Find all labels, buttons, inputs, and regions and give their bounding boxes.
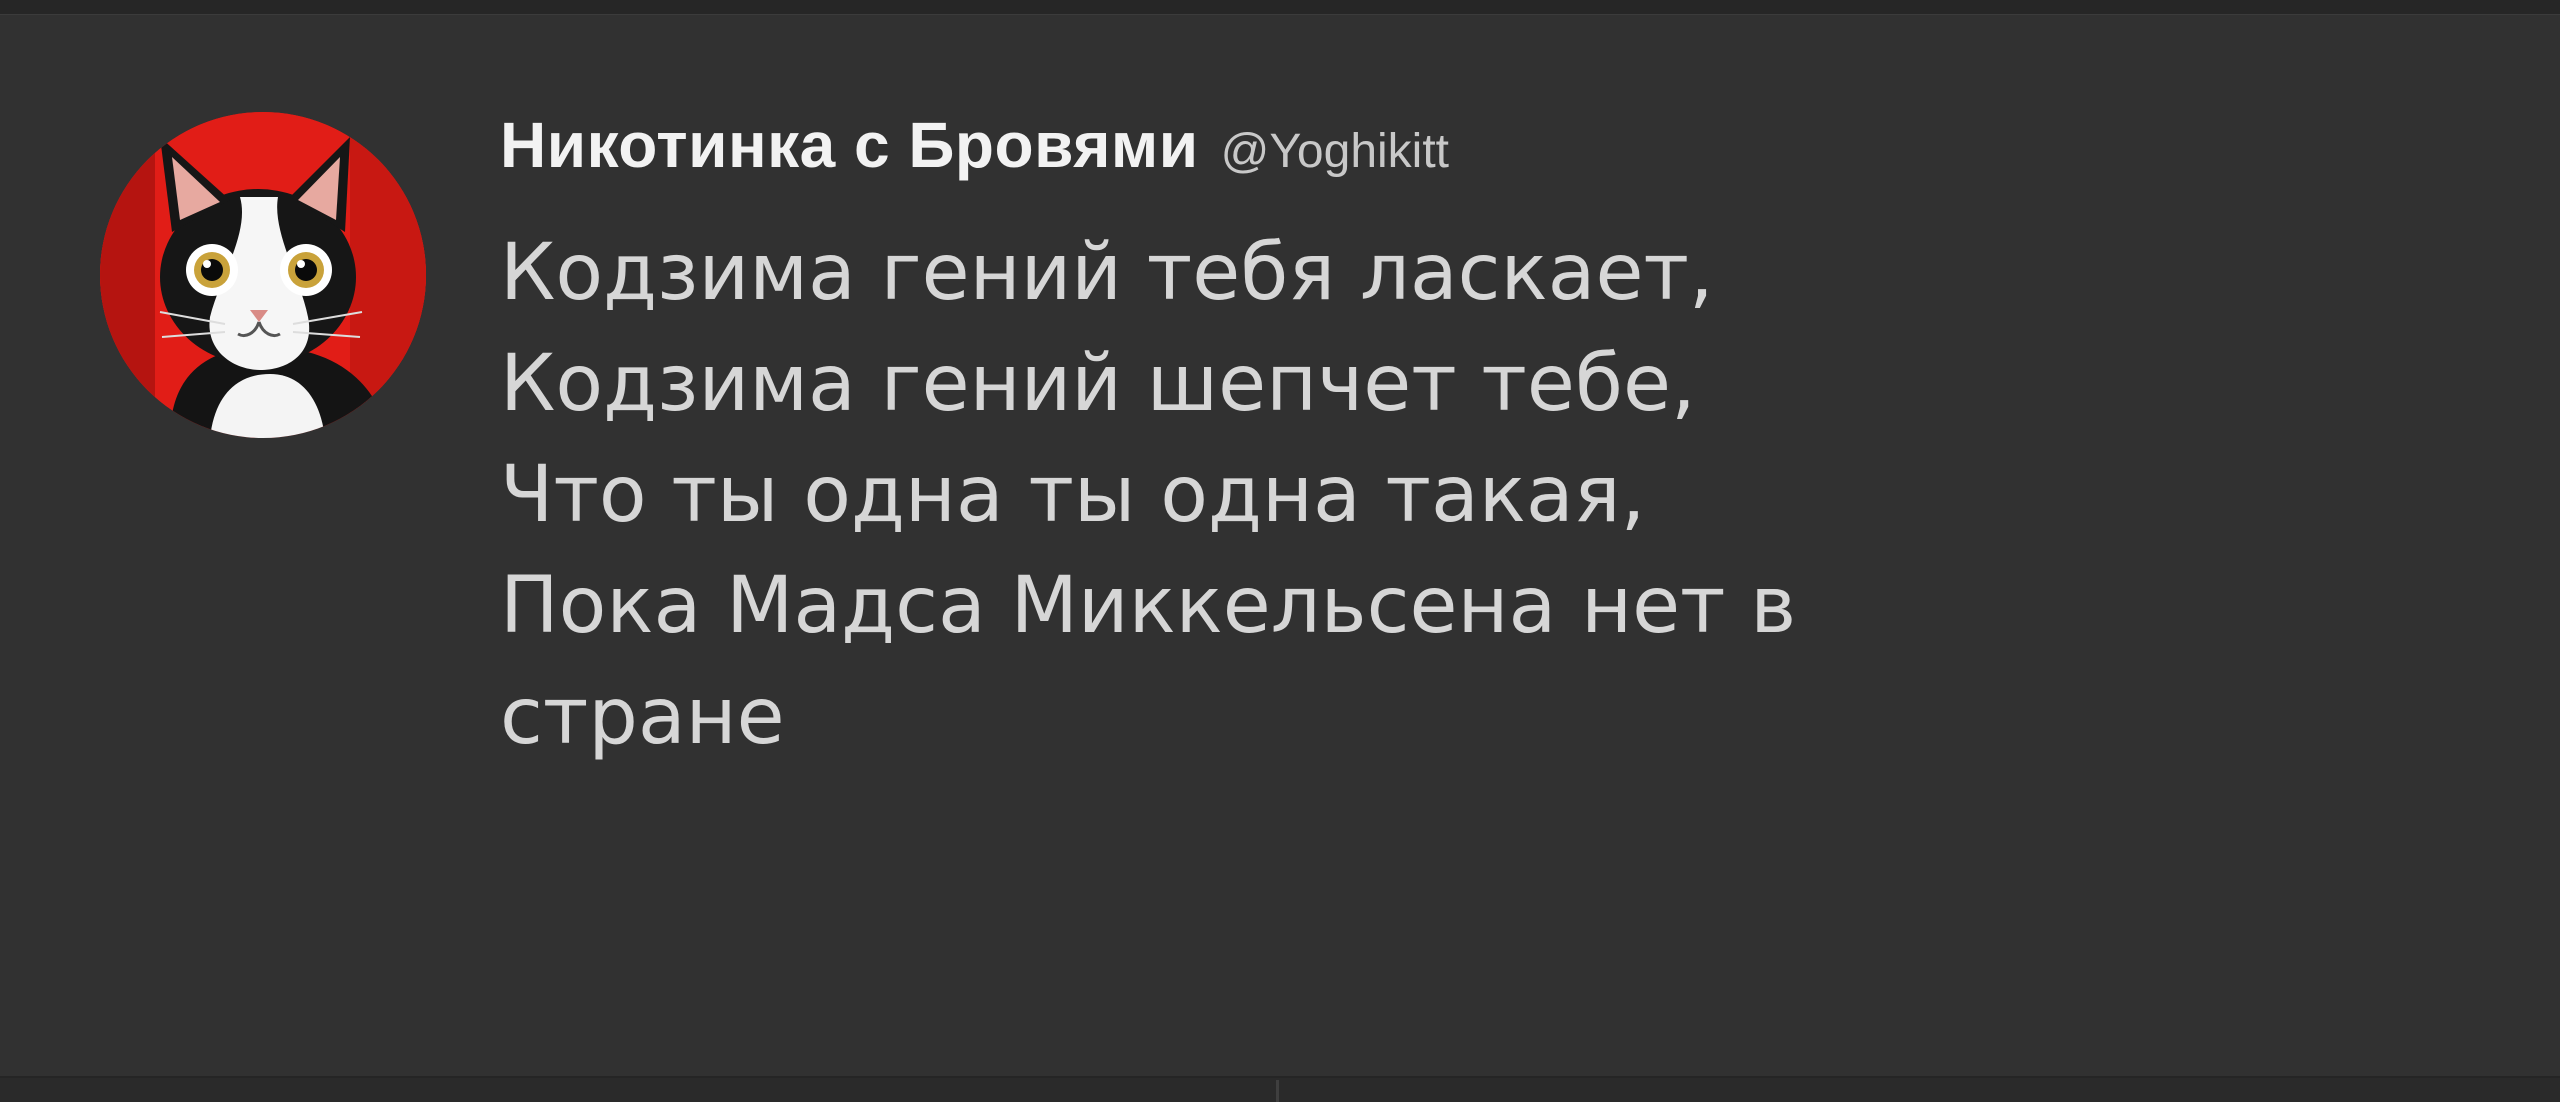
- cat-avatar-icon: [100, 112, 426, 438]
- tweet-header: Никотинка с Бровями @Yoghikitt: [500, 108, 1449, 188]
- tweet-text-line: стране: [500, 672, 785, 762]
- user-handle[interactable]: @Yoghikitt: [1221, 124, 1449, 179]
- tweet-text-line: Кодзима гений тебя ласкает,: [500, 228, 1714, 318]
- tweet-card: Никотинка с Бровями @Yoghikitt Кодзима г…: [0, 0, 2560, 1102]
- top-divider: [0, 0, 2560, 15]
- tweet-text-line: Кодзима гений шепчет тебе,: [500, 339, 1696, 429]
- tweet-text-line: Что ты одна ты одна такая,: [500, 450, 1646, 540]
- tweet-text-line: Пока Мадса Миккельсена нет в: [500, 561, 1797, 651]
- bottom-bar: [0, 1076, 2560, 1102]
- bottom-divider: [1276, 1080, 1279, 1102]
- avatar[interactable]: [100, 112, 426, 438]
- tweet-text: Кодзима гений тебя ласкает, Кодзима гени…: [500, 218, 2400, 773]
- display-name[interactable]: Никотинка с Бровями: [500, 108, 1199, 182]
